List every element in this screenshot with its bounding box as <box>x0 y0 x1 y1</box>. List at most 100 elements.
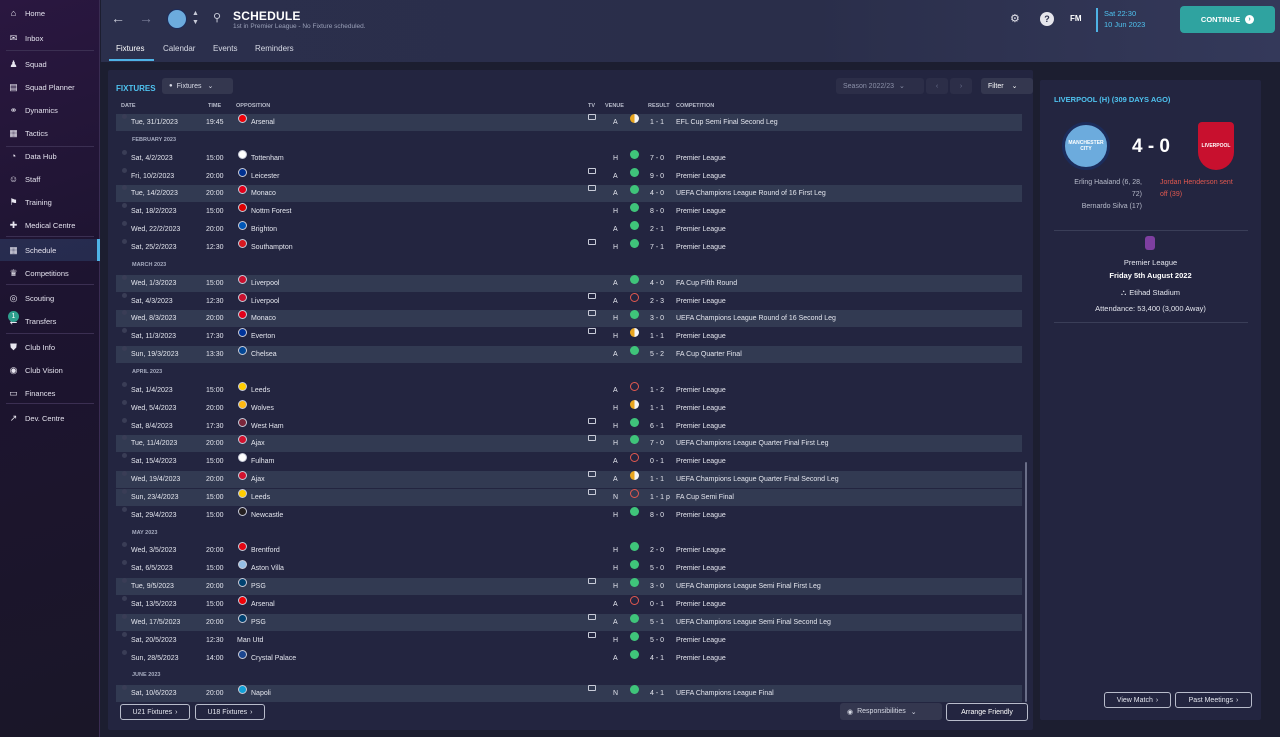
match-competition[interactable]: Premier League <box>1040 258 1261 267</box>
table-row[interactable]: Sun, 23/4/2023 15:00 Leeds N 1 - 1 p FA Cup S… <box>116 488 1022 506</box>
opponent-name[interactable]: Crystal Palace <box>251 650 296 667</box>
opponent-crest-icon[interactable] <box>238 149 247 159</box>
table-row[interactable]: Sat, 25/2/2023 12:30 Southampton H 7 - 1 Prem… <box>116 239 1022 256</box>
opponent-crest-icon[interactable] <box>238 649 247 659</box>
fixture-competition[interactable]: Premier League <box>676 650 726 667</box>
col-date[interactable]: DATE <box>121 103 136 109</box>
fixture-score[interactable]: 2 - 0 <box>650 542 664 559</box>
fixture-competition[interactable]: Premier League <box>676 453 726 470</box>
fixture-competition[interactable]: Premier League <box>676 596 726 613</box>
fixture-score[interactable]: 1 - 1 <box>650 400 664 417</box>
opponent-crest-icon[interactable] <box>238 488 247 498</box>
opponent-crest-icon[interactable] <box>238 114 247 123</box>
table-row[interactable]: Sat, 8/4/2023 17:30 West Ham H 6 - 1 Premier … <box>116 417 1022 435</box>
fixture-score[interactable]: 2 - 3 <box>650 293 664 310</box>
col-time[interactable]: TIME <box>208 103 221 109</box>
table-row[interactable]: Sat, 15/4/2023 15:00 Fulham A 0 - 1 Premier L… <box>116 453 1022 470</box>
opponent-crest-icon[interactable] <box>238 274 247 284</box>
opponent-crest-icon[interactable] <box>238 613 247 623</box>
opponent-crest-icon[interactable] <box>238 560 247 570</box>
fixture-competition[interactable]: UEFA Champions League Round of 16 First … <box>676 185 826 202</box>
fixture-score[interactable]: 5 - 0 <box>650 560 664 577</box>
opponent-name[interactable]: Liverpool <box>251 275 279 292</box>
opponent-name[interactable]: Everton <box>251 328 275 345</box>
opponent-name[interactable]: Monaco <box>251 185 276 202</box>
fixture-score[interactable]: 7 - 0 <box>650 435 664 452</box>
tab-events[interactable]: Events <box>213 44 237 53</box>
tab-reminders[interactable]: Reminders <box>255 44 294 53</box>
opponent-crest-icon[interactable] <box>238 292 247 302</box>
fixture-score[interactable]: 1 - 1 p <box>650 489 670 506</box>
fixture-competition[interactable]: Premier League <box>676 203 726 220</box>
sidebar-item-dynamics[interactable]: ⚭ Dynamics <box>0 99 100 121</box>
filter-button[interactable]: Filter ⌄ <box>981 78 1033 94</box>
opponent-crest-icon[interactable] <box>238 381 247 391</box>
opponent-name[interactable]: Monaco <box>251 310 276 327</box>
fixture-competition[interactable]: FA Cup Quarter Final <box>676 346 742 363</box>
opponent-crest-icon[interactable] <box>238 685 247 695</box>
club-switch-icon[interactable]: ▲ ▼ <box>192 9 199 27</box>
fixture-score[interactable]: 1 - 1 <box>650 114 664 131</box>
search-icon[interactable]: ⚲ <box>213 11 221 24</box>
opponent-name[interactable]: PSG <box>251 578 266 595</box>
table-row[interactable]: Sat, 13/5/2023 15:00 Arsenal A 0 - 1 Premier … <box>116 596 1022 613</box>
next-season-button[interactable]: › <box>950 78 972 94</box>
sidebar-item-club-vision[interactable]: ◉ Club Vision <box>0 359 100 381</box>
opponent-crest-icon[interactable] <box>238 471 247 480</box>
table-row[interactable]: Wed, 8/3/2023 20:00 Monaco H 3 - 0 UEFA Champ… <box>116 310 1022 328</box>
fixture-score[interactable]: 4 - 0 <box>650 275 664 292</box>
fixture-score[interactable]: 0 - 1 <box>650 453 664 470</box>
opponent-crest-icon[interactable] <box>238 203 247 213</box>
fixture-competition[interactable]: Premier League <box>676 400 726 417</box>
col-opposition[interactable]: OPPOSITION <box>236 103 270 109</box>
sidebar-item-home[interactable]: ⌂ Home <box>0 2 100 24</box>
sidebar-item-scouting[interactable]: ◎ Scouting <box>0 287 100 309</box>
table-row[interactable]: Wed, 5/4/2023 20:00 Wolves H 1 - 1 Premier Le… <box>116 399 1022 417</box>
fixture-competition[interactable]: UEFA Champions League Semi Final First L… <box>676 578 821 595</box>
opponent-crest-icon[interactable] <box>238 185 247 195</box>
continue-button[interactable]: CONTINUE › <box>1180 6 1275 33</box>
back-arrow-icon[interactable]: ← <box>111 10 125 26</box>
fixture-competition[interactable]: UEFA Champions League Round of 16 Second… <box>676 310 836 327</box>
fixture-score[interactable]: 3 - 0 <box>650 310 664 327</box>
fixture-score[interactable]: 5 - 1 <box>650 614 664 631</box>
fixture-competition[interactable]: Premier League <box>676 507 726 524</box>
opponent-crest-icon[interactable] <box>238 328 247 338</box>
fixture-competition[interactable]: FA Cup Fifth Round <box>676 275 737 292</box>
table-row[interactable]: Wed, 3/5/2023 20:00 Brentford H 2 - 0 Premier… <box>116 542 1022 559</box>
u21-fixtures-button[interactable]: U21 Fixtures › <box>120 704 190 720</box>
table-row[interactable]: Tue, 31/1/2023 19:45 Arsenal A 1 - 1 EFL Cup … <box>116 114 1022 131</box>
fixture-score[interactable]: 4 - 1 <box>650 650 664 667</box>
opponent-crest-icon[interactable] <box>238 506 247 516</box>
table-row[interactable]: Tue, 9/5/2023 20:00 PSG H 3 - 0 UEFA Champion… <box>116 578 1022 596</box>
col-tv[interactable]: TV <box>588 103 595 109</box>
fixture-score[interactable]: 7 - 0 <box>650 150 664 167</box>
table-row[interactable]: Sat, 11/3/2023 17:30 Everton H 1 - 1 Premier … <box>116 328 1022 345</box>
fixture-score[interactable]: 1 - 1 <box>650 471 664 488</box>
table-row[interactable]: Wed, 19/4/2023 20:00 Ajax A 1 - 1 UEFA Champi… <box>116 471 1022 488</box>
opponent-name[interactable]: Aston Villa <box>251 560 284 577</box>
opponent-crest-icon[interactable] <box>238 346 247 356</box>
fixture-competition[interactable]: UEFA Champions League Quarter Final Seco… <box>676 471 839 488</box>
table-row[interactable]: Wed, 17/5/2023 20:00 PSG A 5 - 1 UEFA Champio… <box>116 613 1022 631</box>
table-row[interactable]: Sat, 18/2/2023 15:00 Nottm Forest H 8 - 0 Pre… <box>116 203 1022 220</box>
man-city-crest-icon[interactable]: MANCHESTER CITY <box>1062 122 1110 170</box>
table-row[interactable]: Sat, 20/5/2023 12:30 Man Utd H 5 - 0 Premier … <box>116 631 1022 649</box>
fixture-score[interactable]: 1 - 2 <box>650 382 664 399</box>
fixture-score[interactable]: 7 - 1 <box>650 239 664 256</box>
opponent-name[interactable]: Brentford <box>251 542 280 559</box>
fixture-competition[interactable]: UEFA Champions League Semi Final Second … <box>676 614 831 631</box>
tab-fixtures[interactable]: Fixtures <box>116 44 144 53</box>
help-icon[interactable]: ? <box>1040 12 1054 26</box>
opponent-name[interactable]: Man Utd <box>237 632 263 649</box>
sidebar-item-club-info[interactable]: ⛊ Club Info <box>0 336 100 358</box>
sidebar-item-tactics[interactable]: ▦ Tactics <box>0 122 100 144</box>
opponent-name[interactable]: Leeds <box>251 382 270 399</box>
fixture-score[interactable]: 5 - 2 <box>650 346 664 363</box>
sidebar-item-medical-centre[interactable]: ✚ Medical Centre <box>0 214 100 236</box>
stadium[interactable]: ⛬ Etihad Stadium <box>1040 288 1261 298</box>
opponent-crest-icon[interactable] <box>238 399 247 409</box>
fixture-score[interactable]: 1 - 1 <box>650 328 664 345</box>
opponent-crest-icon[interactable] <box>238 453 247 463</box>
sidebar-item-data-hub[interactable]: ◔ Data Hub <box>0 145 100 167</box>
